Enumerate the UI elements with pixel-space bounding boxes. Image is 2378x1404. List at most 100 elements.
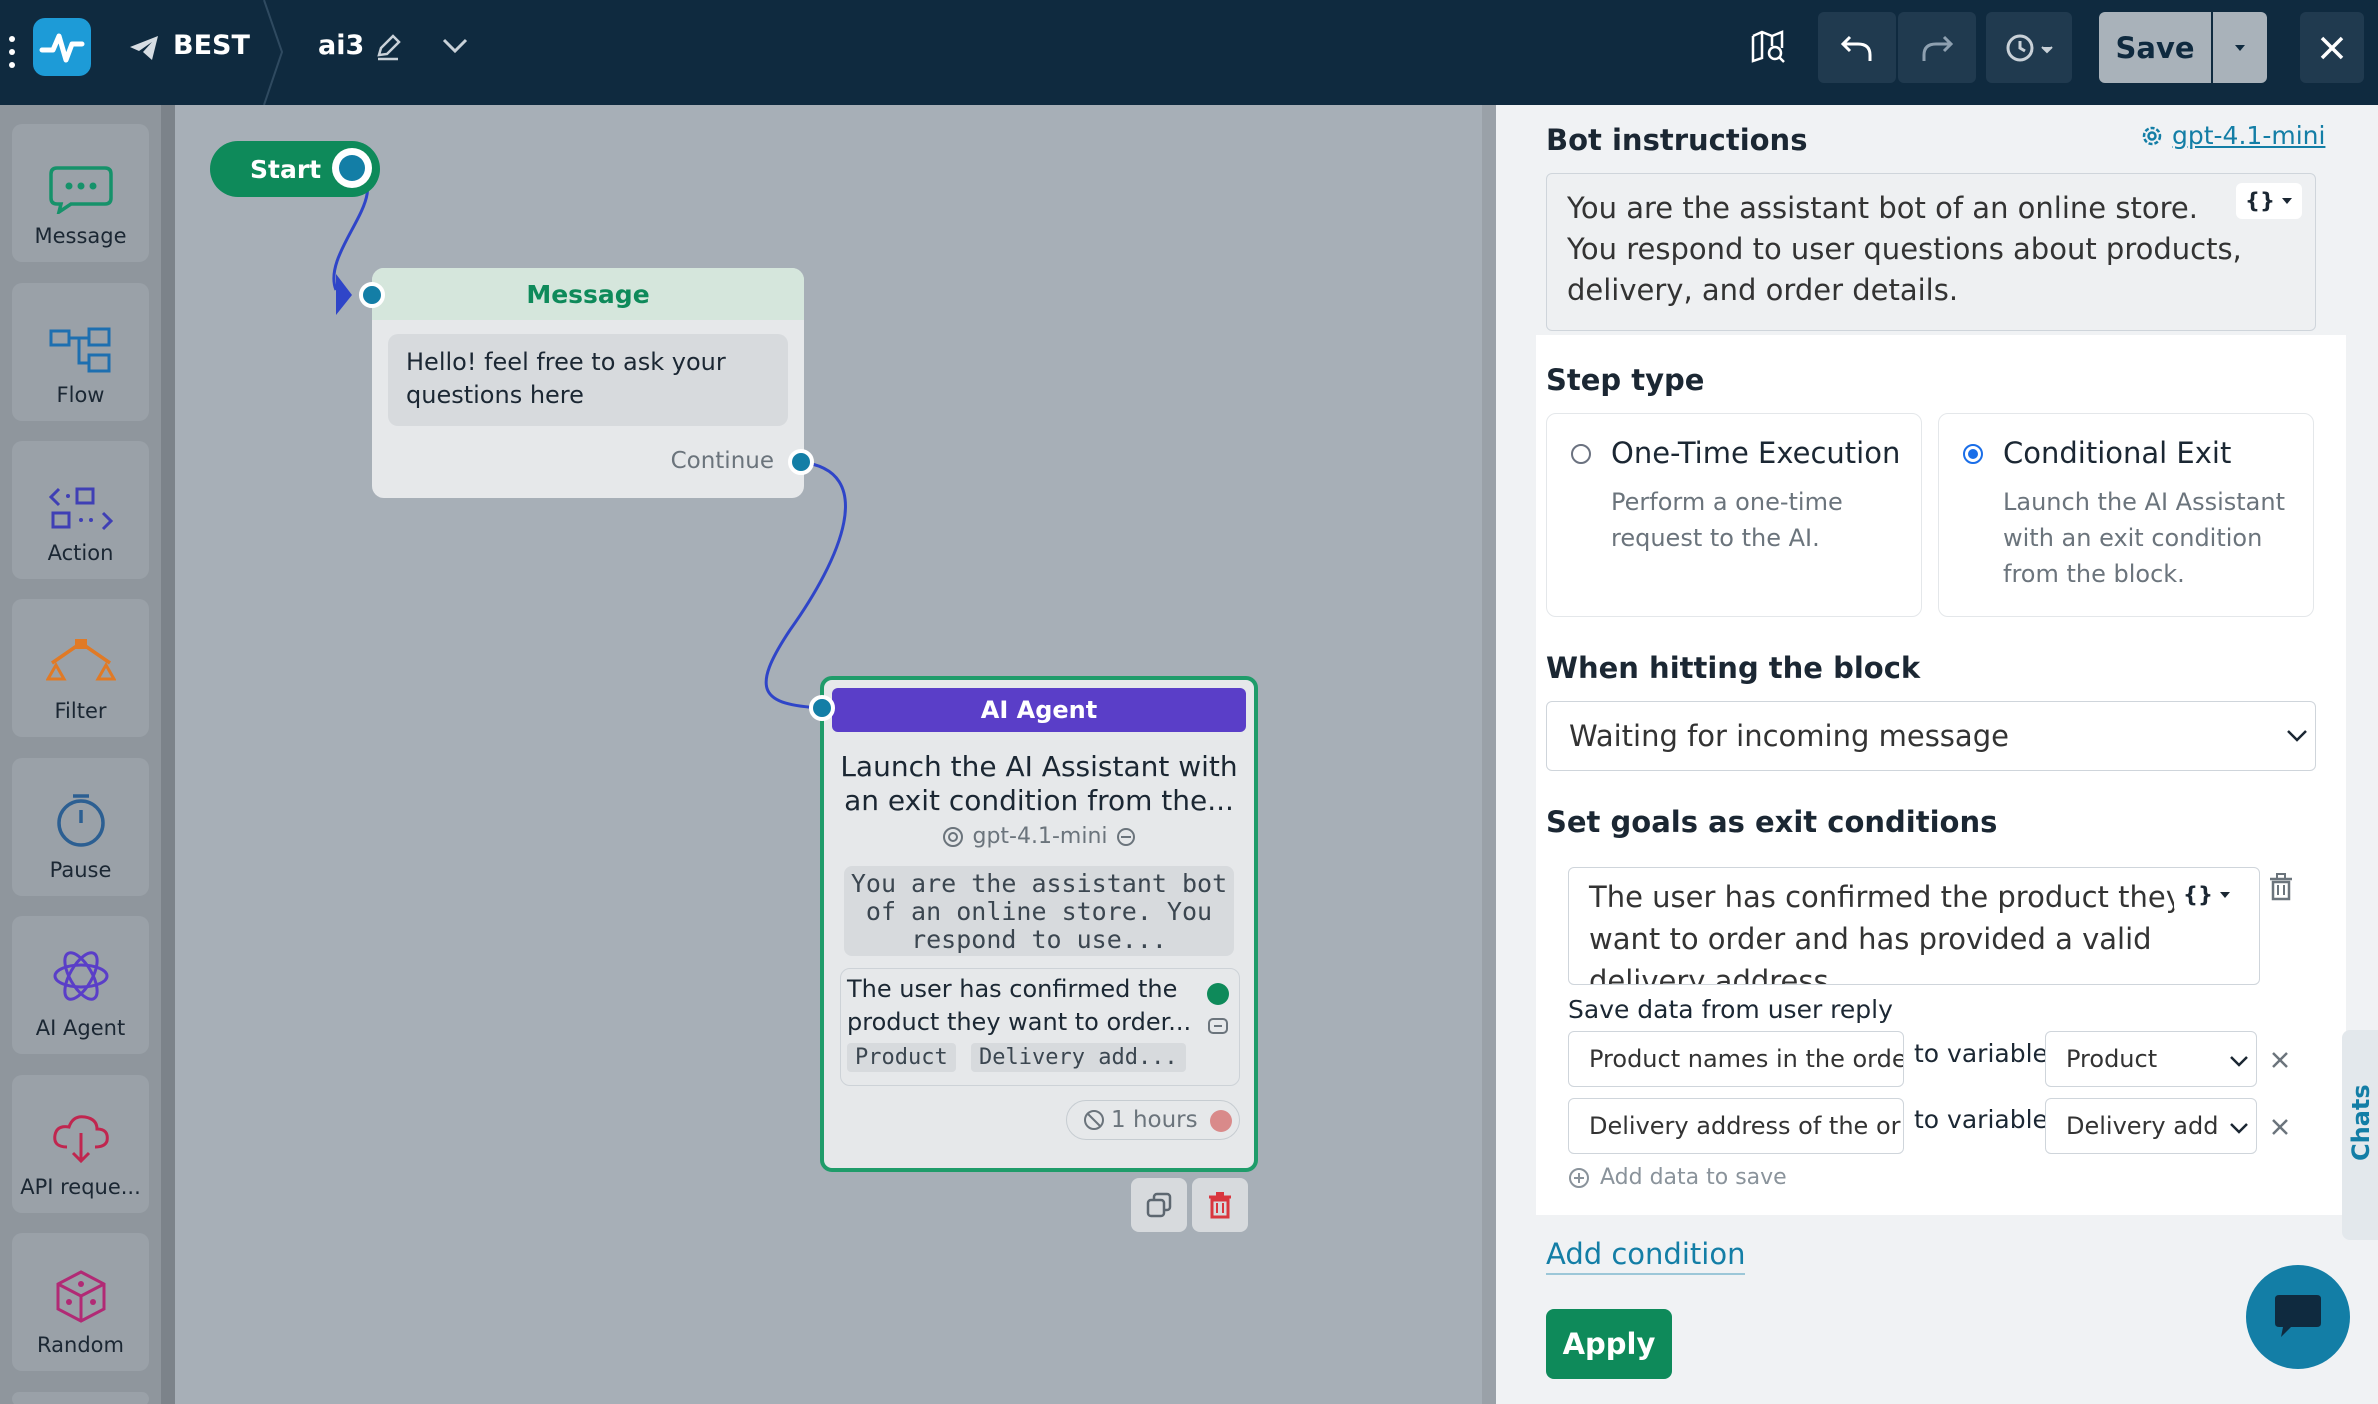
live-chat-button[interactable]: [2246, 1265, 2350, 1369]
goal-line: The user has confirmed the product they: [1589, 880, 2183, 914]
variable-select-1[interactable]: Product: [2045, 1031, 2257, 1087]
option-desc-line: with an exit condition: [2003, 524, 2263, 552]
canvas-scrollbar[interactable]: [1482, 105, 1496, 1404]
bot-instructions-textarea[interactable]: You are the assistant bot of an online s…: [1546, 173, 2316, 331]
message-bubble: Hello! feel free to ask your questions h…: [388, 334, 788, 426]
chevron-down-icon: [2230, 1123, 2248, 1134]
duplicate-node-button[interactable]: [1131, 1178, 1187, 1232]
ai-condition-text: The user has confirmed the product they …: [847, 973, 1191, 1039]
option-desc: Perform a one-time request to the AI.: [1611, 484, 1843, 556]
apply-button[interactable]: Apply: [1546, 1309, 1672, 1379]
save-source-input-1[interactable]: Product names in the orde: [1568, 1031, 1904, 1087]
delete-node-button[interactable]: [1192, 1178, 1248, 1232]
ai-description-line: an exit condition from the...: [844, 784, 1234, 817]
goals-label: Set goals as exit conditions: [1546, 805, 1998, 839]
radio-selected-dot: [1968, 449, 1978, 459]
option-desc-line: Launch the AI Assistant: [2003, 488, 2286, 516]
ai-prompt-line: respond to use...: [911, 925, 1167, 954]
option-one-time-execution[interactable]: One-Time Execution Perform a one-time re…: [1546, 413, 1922, 617]
insert-variable-button[interactable]: {}: [2236, 183, 2302, 219]
model-link-text: gpt-4.1-mini: [2172, 121, 2326, 150]
save-source-value: Delivery address of the or: [1589, 1112, 1901, 1140]
openai-icon: [943, 826, 964, 847]
delete-goal-icon[interactable]: [2268, 873, 2294, 901]
condition-status-dot[interactable]: [1207, 983, 1229, 1005]
option-desc-line: request to the AI.: [1611, 524, 1820, 552]
apply-label: Apply: [1562, 1327, 1656, 1361]
variable-select-2[interactable]: Delivery add: [2045, 1098, 2257, 1154]
gear-icon: [2142, 126, 2162, 145]
ai-condition-line: The user has confirmed the: [847, 975, 1178, 1003]
option-desc-line: from the block.: [2003, 560, 2185, 588]
save-source-input-2[interactable]: Delivery address of the or: [1568, 1098, 1904, 1154]
goal-line: delivery address: [1589, 964, 1829, 985]
close-button[interactable]: [2300, 12, 2364, 83]
ai-condition-line: product they want to order...: [847, 1008, 1192, 1036]
to-variable-label: to variable: [1914, 1039, 2048, 1068]
plus-circle-icon: [1569, 1167, 1589, 1188]
variable-value: Product: [2066, 1045, 2158, 1073]
continue-label: Continue: [670, 448, 774, 474]
variable-tag: Delivery add...: [971, 1043, 1186, 1072]
ai-prompt-line: You are the assistant bot: [850, 869, 1228, 898]
ai-model-name: gpt-4.1-mini: [972, 824, 1108, 849]
message-node-header: Message: [372, 268, 804, 320]
message-output-port[interactable]: [788, 449, 814, 475]
ai-agent-description: Launch the AI Assistant with an exit con…: [824, 750, 1254, 818]
instructions-line: You respond to user questions about prod…: [1567, 232, 2242, 266]
history-icon: [2006, 34, 2053, 61]
option-title: One-Time Execution: [1611, 436, 1901, 470]
ai-model-row: gpt-4.1-mini: [824, 824, 1254, 849]
save-data-label: Save data from user reply: [1568, 995, 1893, 1024]
variable-value: Delivery add: [2066, 1112, 2219, 1140]
ai-condition-card[interactable]: The user has confirmed the product they …: [840, 968, 1240, 1086]
close-icon: [2320, 36, 2344, 59]
message-text: Hello! feel free to ask your questions h…: [406, 348, 726, 409]
remove-row-icon[interactable]: [2271, 1118, 2289, 1136]
instructions-line: You are the assistant bot of an online s…: [1567, 191, 2198, 225]
connection-lines: [332, 165, 847, 710]
history-button[interactable]: [1986, 12, 2072, 83]
chevron-down-icon: [2230, 1056, 2248, 1067]
to-variable-label: to variable: [1914, 1105, 2048, 1134]
timeout-value: 1 hours: [1111, 1107, 1198, 1133]
add-data-button[interactable]: Add data to save: [1568, 1165, 1787, 1190]
ai-agent-node[interactable]: AI Agent Launch the AI Assistant with an…: [820, 676, 1258, 1172]
save-options-button[interactable]: [2213, 12, 2267, 83]
variable-tag: Product: [847, 1043, 956, 1072]
when-hitting-select[interactable]: Waiting for incoming message: [1546, 701, 2316, 771]
when-hitting-label: When hitting the block: [1546, 651, 1921, 685]
step-type-label: Step type: [1546, 363, 1705, 397]
instructions-line: delivery, and order details.: [1567, 273, 1959, 307]
message-node[interactable]: Message Hello! feel free to ask your que…: [372, 268, 804, 498]
model-link[interactable]: gpt-4.1-mini: [2140, 121, 2325, 150]
save-button[interactable]: Save: [2099, 12, 2211, 83]
ai-agent-header: AI Agent: [832, 688, 1246, 732]
comment-icon: [1208, 1018, 1228, 1034]
undo-icon: [1840, 35, 1872, 61]
duplicate-icon: [1146, 1192, 1172, 1218]
map-search-icon[interactable]: [1750, 28, 1786, 64]
start-label: Start: [250, 154, 322, 184]
timeout-status-dot[interactable]: [1210, 1110, 1232, 1132]
ai-prompt-preview: You are the assistant bot of an online s…: [844, 866, 1234, 956]
chevron-down-icon: [2287, 730, 2307, 742]
message-node-title: Message: [526, 279, 650, 309]
ai-agent-title: AI Agent: [980, 696, 1098, 724]
goal-textarea[interactable]: The user has confirmed the product they …: [1568, 867, 2260, 985]
redo-button[interactable]: [1898, 12, 1976, 83]
option-conditional-exit[interactable]: Conditional Exit Launch the AI Assistant…: [1938, 413, 2314, 617]
braces-icon: {}: [2183, 883, 2213, 907]
message-input-port[interactable]: [359, 282, 385, 308]
goal-insert-variable-button[interactable]: {}: [2174, 877, 2240, 913]
redo-icon: [1922, 35, 1954, 61]
goal-line: want to order and has provided a valid: [1589, 922, 2152, 956]
undo-button[interactable]: [1818, 12, 1896, 83]
trash-icon: [1209, 1192, 1231, 1219]
save-source-value: Product names in the orde: [1589, 1045, 1904, 1073]
remove-row-icon[interactable]: [2271, 1051, 2289, 1069]
ai-agent-input-port[interactable]: [809, 695, 835, 721]
chat-bubble-icon: [2275, 1295, 2321, 1337]
add-condition-link[interactable]: Add condition: [1546, 1237, 1746, 1275]
radio-one-time[interactable]: [1571, 444, 1591, 464]
